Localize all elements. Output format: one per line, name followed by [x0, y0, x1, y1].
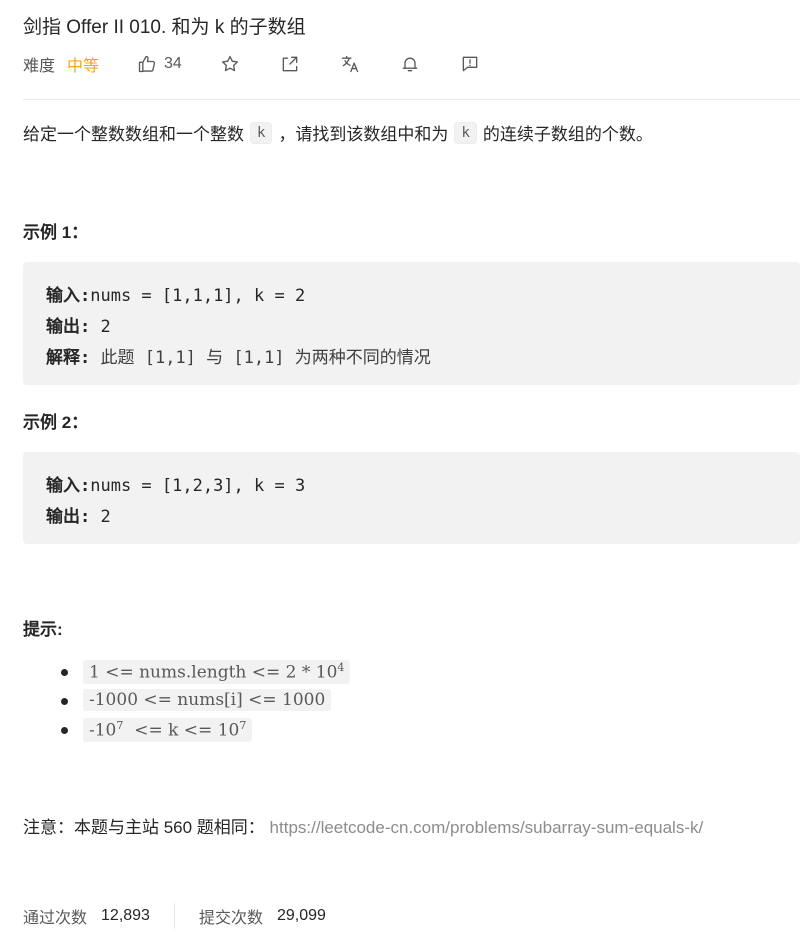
description-text: 给定一个整数数组和一个整数	[23, 125, 244, 144]
like-count: 34	[164, 55, 182, 72]
problem-description: 给定一个整数数组和一个整数 k ，请找到该数组中和为 k 的连续子数组的个数。	[23, 120, 653, 145]
hint-text: 1 <= nums.length <= 2 * 10	[89, 662, 338, 683]
example-1-heading: 示例 1：	[23, 223, 89, 242]
stats-divider	[173, 903, 175, 929]
output-value: 2	[90, 317, 111, 337]
difficulty-label: 难度	[23, 58, 56, 75]
input-value: nums = [1,2,3], k = 3	[90, 476, 306, 496]
feedback-icon	[462, 56, 478, 72]
hint-text: -10	[89, 720, 117, 741]
example-2-input: 输入:nums = [1,2,3], k = 3	[46, 471, 305, 496]
example-2-output: 输出: 2	[46, 502, 111, 527]
subscribe-button[interactable]	[400, 54, 420, 74]
hint-code: -107 <= k <= 107	[83, 718, 253, 742]
submissions-label: 提交次数	[198, 910, 263, 927]
problem-title: 剑指 Offer II 010. 和为 k 的子数组	[23, 17, 306, 38]
header-divider	[23, 99, 800, 100]
hint-superscript: 7	[239, 719, 247, 732]
main-site-link[interactable]: https://leetcode-cn.com/problems/subarra…	[270, 818, 704, 837]
example-1-output: 输出: 2	[46, 312, 111, 337]
translate-icon	[341, 55, 358, 73]
inline-code: k	[250, 121, 273, 144]
output-label: 输出:	[46, 317, 91, 337]
hints-heading: 提示:	[23, 620, 63, 639]
description-text: ，请找到该数组中和为	[278, 125, 449, 144]
like-button[interactable]: 34	[137, 54, 182, 74]
problem-meta-bar: 难度 中等 34	[23, 52, 480, 76]
example-1-block: 输入:nums = [1,1,1], k = 2 输出: 2 解释: 此题 [1…	[23, 262, 800, 385]
difficulty-badge: 中等	[67, 58, 100, 75]
bullet-icon	[61, 698, 68, 705]
bell-icon	[402, 57, 418, 72]
hint-text: <= k <= 10	[123, 720, 240, 741]
translate-button[interactable]	[340, 54, 360, 74]
inline-code: k	[454, 121, 477, 144]
accepted-label: 通过次数	[23, 910, 88, 927]
favorite-button[interactable]	[220, 54, 240, 74]
hint-code: 1 <= nums.length <= 2 * 104	[83, 660, 351, 684]
note-text: 注意：本题与主站 560 题相同：	[23, 818, 265, 837]
hint-superscript: 4	[337, 661, 345, 674]
submission-stats: 通过次数 12,893 提交次数 29,099	[23, 903, 326, 929]
explanation-label: 解释:	[46, 348, 91, 368]
share-button[interactable]	[280, 54, 300, 74]
duplicate-note: 注意：本题与主站 560 题相同： https://leetcode-cn.co…	[23, 814, 800, 842]
bullet-icon	[61, 727, 68, 734]
bullet-icon	[61, 669, 68, 676]
example-2-heading: 示例 2：	[23, 413, 89, 432]
hint-text: -1000 <= nums[i] <= 1000	[89, 690, 326, 710]
output-label: 输出:	[46, 507, 91, 527]
example-1-input: 输入:nums = [1,1,1], k = 2	[46, 281, 305, 306]
input-label: 输入:	[46, 476, 91, 496]
example-1-explanation: 解释: 此题 [1,1] 与 [1,1] 为两种不同的情况	[46, 343, 431, 368]
input-label: 输入:	[46, 286, 91, 306]
example-2-block: 输入:nums = [1,2,3], k = 3 输出: 2	[23, 452, 800, 544]
description-text: 的连续子数组的个数。	[482, 125, 653, 144]
share-icon	[282, 56, 298, 72]
input-value: nums = [1,1,1], k = 2	[90, 286, 306, 306]
submissions-count: 29,099	[276, 907, 326, 924]
feedback-button[interactable]	[460, 54, 480, 74]
accepted-count: 12,893	[101, 907, 150, 924]
thumbs-up-icon	[138, 55, 156, 73]
star-icon	[221, 55, 238, 72]
explanation-value: 此题 [1,1] 与 [1,1] 为两种不同的情况	[90, 348, 431, 368]
output-value: 2	[90, 507, 111, 527]
hint-code: -1000 <= nums[i] <= 1000	[83, 689, 332, 711]
